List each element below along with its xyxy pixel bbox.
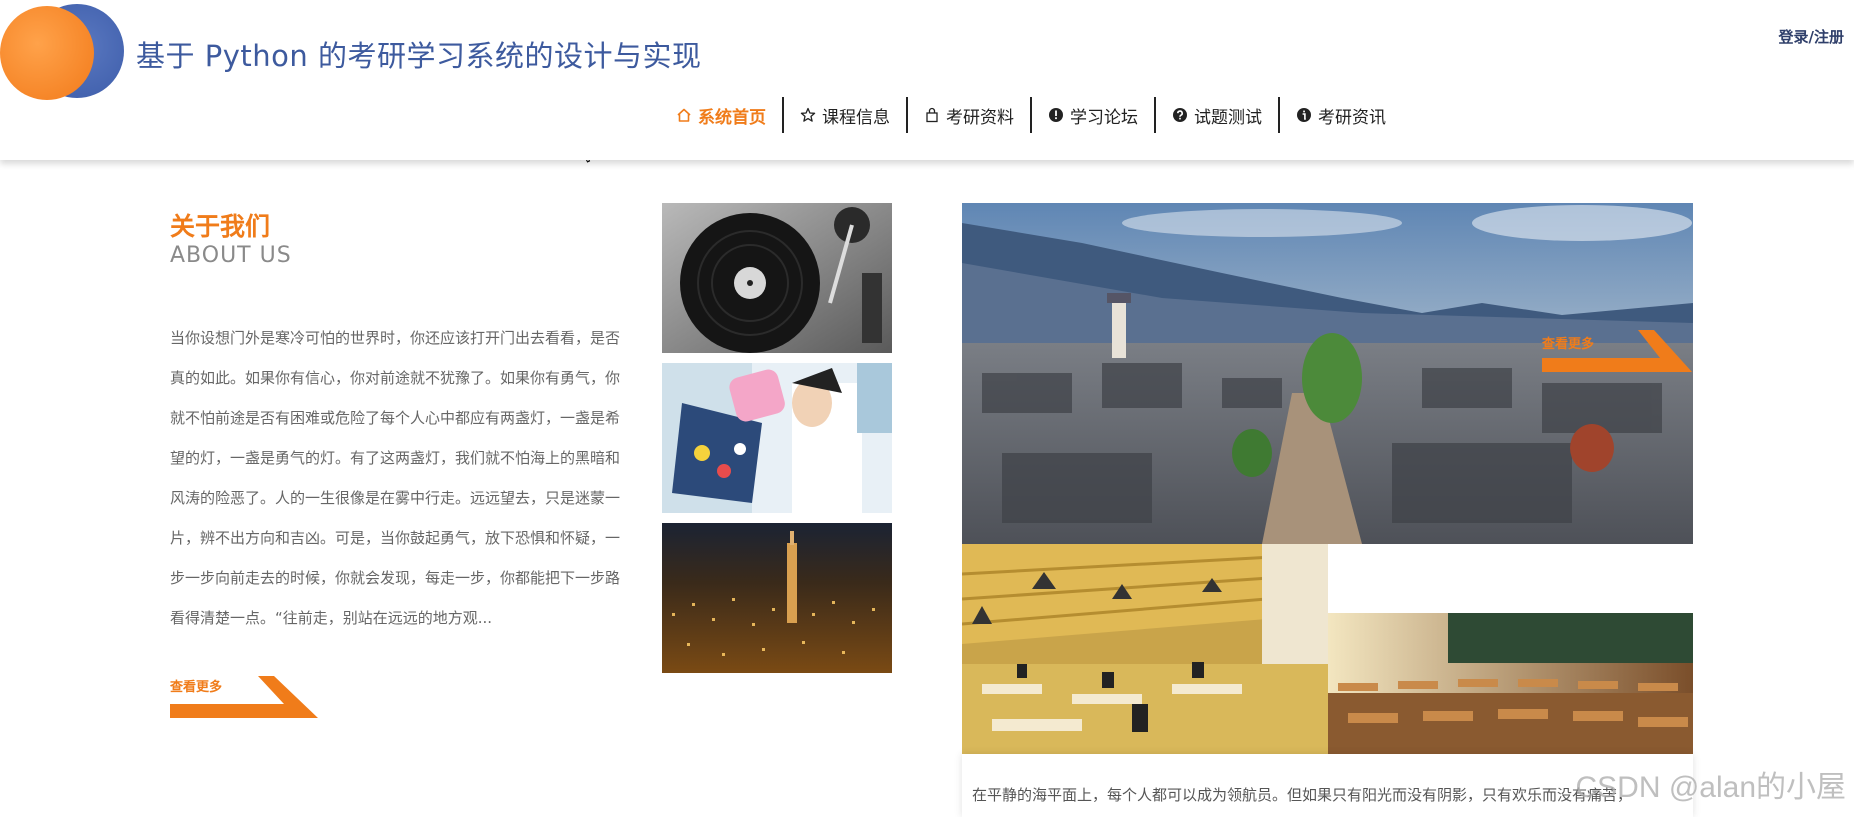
nav-label-tests: 试题测试 xyxy=(1194,107,1262,128)
alert-circle-icon xyxy=(1048,107,1064,123)
nav-label-courses: 课程信息 xyxy=(822,107,890,128)
office-photo xyxy=(962,544,1328,754)
site-title: 基于 Python 的考研学习系统的设计与实现 xyxy=(136,39,702,73)
nav-item-materials[interactable]: 考研资料 xyxy=(908,97,1030,133)
bag-icon xyxy=(924,107,940,123)
main-nav: 系统首页 课程信息 考研资料 学习论坛 试题测试 考研资讯 xyxy=(660,96,1402,134)
nav-label-materials: 考研资料 xyxy=(946,107,1014,128)
question-circle-icon xyxy=(1172,107,1188,123)
about-text: 当你设想门外是寒冷可怕的世界时，你还应该打开门出去看看，是否真的如此。如果你有信… xyxy=(170,329,621,627)
article-excerpt: 在平静的海平面上，每个人都可以成为领航员。但如果只有阳光而没有阴影，只有欢乐而没… xyxy=(972,786,1633,804)
csdn-watermark: CSDN @alan的小屋 xyxy=(1575,771,1846,804)
page: 基于 Python 的考研学习系统的设计与实现 登录/注册 系统首页 课程信息 xyxy=(0,0,1854,817)
site-header: 基于 Python 的考研学习系统的设计与实现 登录/注册 系统首页 课程信息 xyxy=(0,0,1854,160)
nav-label-news: 考研资讯 xyxy=(1318,107,1386,128)
nav-item-courses[interactable]: 课程信息 xyxy=(784,97,906,133)
gallery-more-button[interactable]: 查看更多 xyxy=(1542,328,1692,376)
nav-item-home[interactable]: 系统首页 xyxy=(660,97,782,133)
info-circle-icon xyxy=(1296,107,1312,123)
home-icon xyxy=(676,107,692,123)
site-logo xyxy=(0,4,126,100)
nav-item-news[interactable]: 考研资讯 xyxy=(1280,97,1402,133)
nav-label-forum: 学习论坛 xyxy=(1070,107,1138,128)
about-title: 关于我们 xyxy=(170,212,271,241)
cartoon-image xyxy=(662,363,892,513)
city-night-image xyxy=(662,523,892,673)
nav-item-forum[interactable]: 学习论坛 xyxy=(1032,97,1154,133)
turntable-image xyxy=(662,203,892,353)
nav-label-home: 系统首页 xyxy=(698,107,766,128)
login-register-link[interactable]: 登录/注册 xyxy=(1779,26,1844,47)
star-icon xyxy=(800,107,816,123)
about-subtitle: ABOUT US xyxy=(170,243,292,268)
gallery-more-label: 查看更多 xyxy=(1542,337,1595,352)
logo-orange-circle xyxy=(0,6,94,100)
about-more-label: 查看更多 xyxy=(170,680,223,695)
nav-item-tests[interactable]: 试题测试 xyxy=(1156,97,1278,133)
about-more-button[interactable]: 查看更多 xyxy=(170,672,320,720)
classroom-photo xyxy=(1328,613,1693,754)
